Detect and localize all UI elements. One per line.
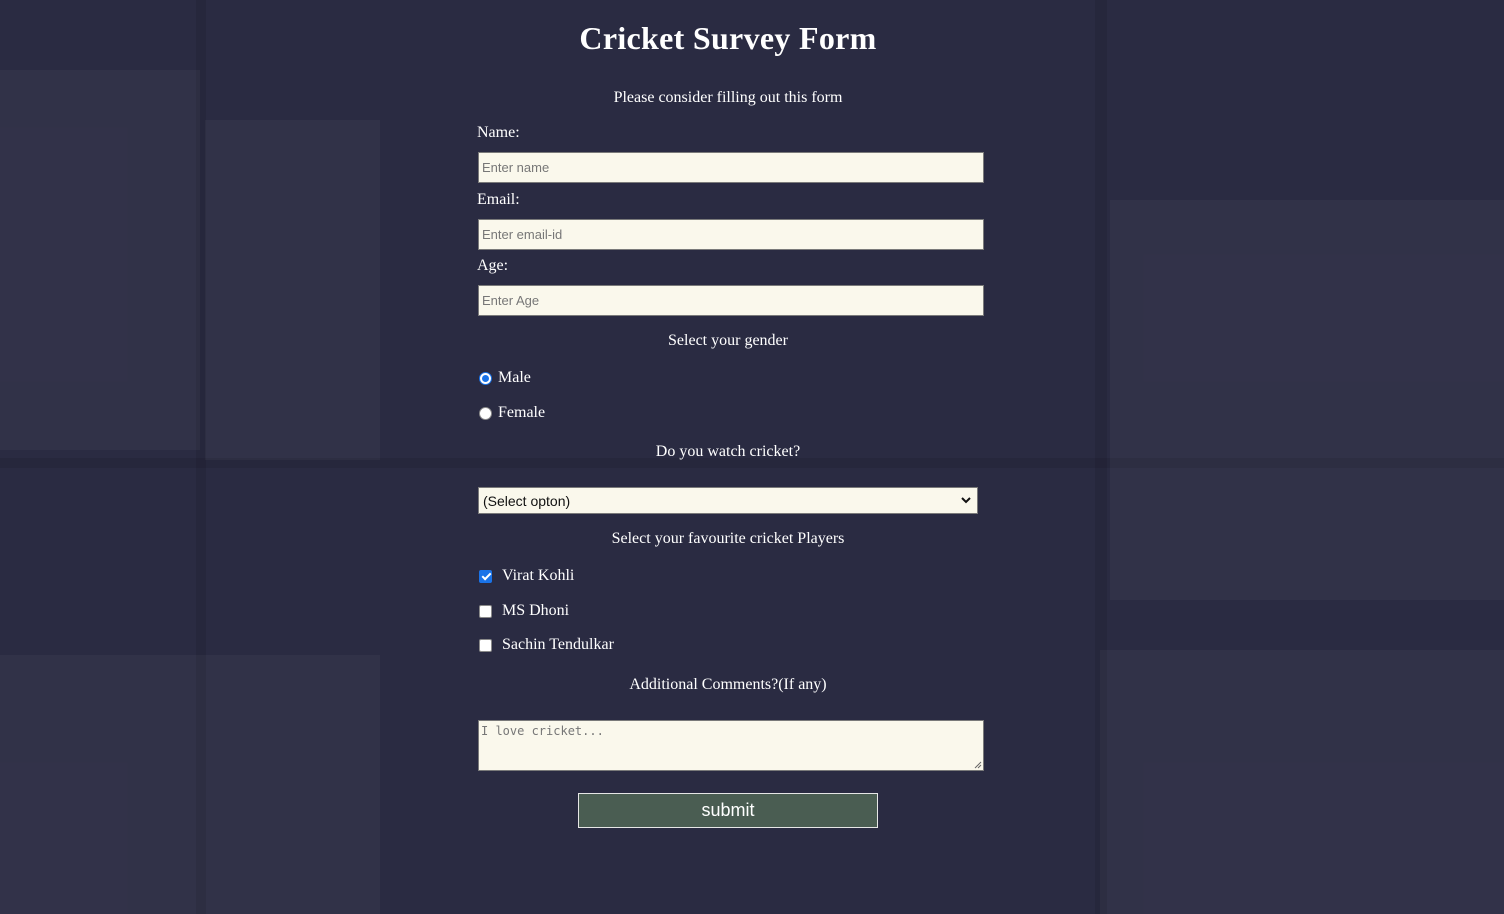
age-input[interactable] (478, 285, 984, 316)
comments-placeholder: I love cricket... (481, 724, 604, 738)
gender-heading: Select your gender (668, 332, 788, 349)
player-option-label: Sachin Tendulkar (502, 636, 614, 653)
watch-cricket-select[interactable]: (Select opton) (478, 487, 978, 514)
comments-heading: Additional Comments?(If any) (629, 676, 827, 693)
page-title: Cricket Survey Form (579, 20, 877, 56)
player-option-label: MS Dhoni (502, 602, 570, 619)
email-input[interactable] (478, 219, 984, 250)
player-option-virat[interactable]: Virat Kohli (478, 567, 574, 585)
checkbox-sachin[interactable] (479, 638, 492, 652)
age-label: Age: (477, 257, 509, 274)
select-value: (Select opton) (483, 492, 571, 509)
gender-option-male[interactable]: Male (478, 369, 531, 387)
gender-option-female[interactable]: Female (478, 404, 545, 422)
gender-option-label: Female (498, 404, 546, 421)
watch-cricket-heading: Do you watch cricket? (655, 443, 801, 460)
submit-button[interactable]: submit (578, 793, 878, 828)
comments-textarea[interactable]: I love cricket... (478, 720, 984, 771)
checkbox-dhoni[interactable] (479, 604, 492, 618)
chevron-down-icon (961, 497, 971, 504)
radio-male[interactable] (479, 371, 492, 385)
player-option-label: Virat Kohli (502, 567, 575, 584)
player-option-sachin[interactable]: Sachin Tendulkar (478, 636, 614, 654)
player-option-dhoni[interactable]: MS Dhoni (478, 602, 569, 620)
name-input[interactable] (478, 152, 984, 183)
gender-option-label: Male (498, 369, 531, 386)
name-label: Name: (477, 124, 520, 141)
players-heading: Select your favourite cricket Players (611, 530, 845, 547)
resize-grip-icon[interactable] (973, 760, 982, 769)
checkbox-virat[interactable] (479, 569, 492, 583)
form-description: Please consider filling out this form (613, 89, 843, 106)
email-label: Email: (477, 191, 520, 208)
radio-female[interactable] (479, 406, 492, 420)
